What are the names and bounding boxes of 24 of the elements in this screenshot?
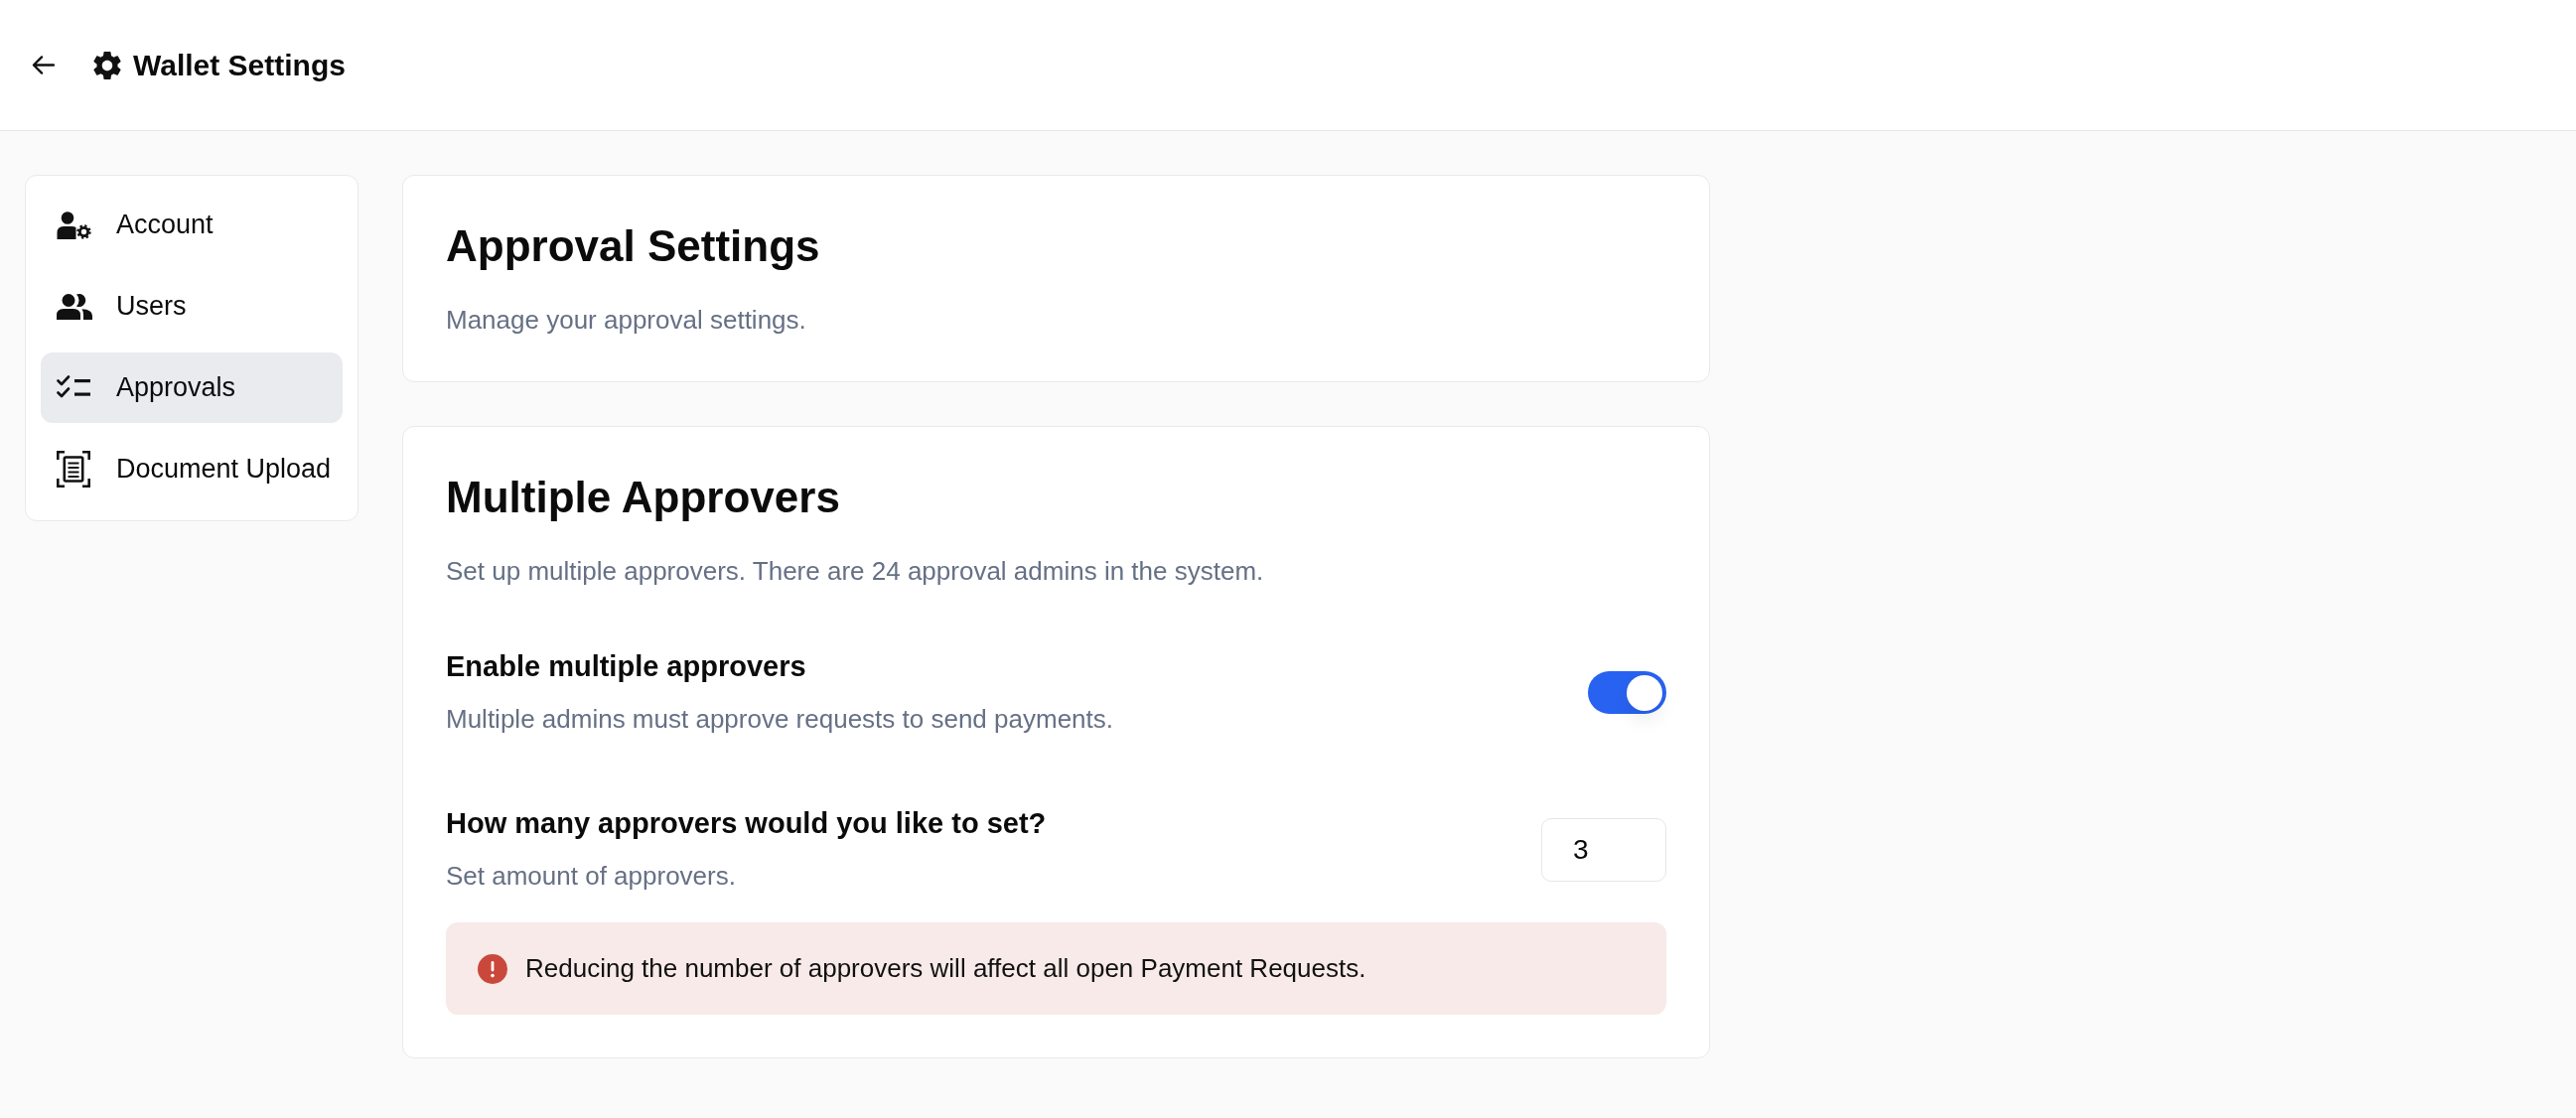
sidebar-item[interactable]: Approvals — [41, 352, 343, 423]
card-description: Manage your approval settings. — [446, 304, 807, 337]
back-arrow-icon — [32, 55, 55, 75]
setting-label: How many approvers would you like to set? — [446, 806, 1047, 841]
users-icon — [57, 293, 92, 320]
warning-text: Reducing the number of approvers will affect all open Payment Requests. — [525, 951, 1366, 985]
toggle-switch[interactable] — [1588, 671, 1666, 714]
page-title: Wallet Settings — [133, 47, 346, 83]
setting-label: Enable multiple approvers — [446, 649, 807, 684]
sidebar-item[interactable]: Users — [41, 271, 343, 342]
exclamation-icon — [478, 953, 507, 984]
card-title: Multiple Approvers — [446, 472, 841, 523]
back-button[interactable] — [32, 55, 55, 75]
checklist-icon — [57, 375, 90, 400]
sidebar-item[interactable]: Document Upload — [41, 434, 343, 504]
sidebar-item[interactable]: Account — [41, 190, 343, 260]
user-gear-icon — [57, 210, 91, 239]
setting-description: Multiple admins must approve requests to send payments. — [446, 703, 1113, 736]
document-scan-icon — [57, 451, 90, 488]
card-title: Approval Settings — [446, 220, 821, 272]
number-input[interactable]: 3 — [1541, 817, 1666, 882]
card-description: Set up multiple approvers. There are 24 approval admins in the system. — [446, 555, 1265, 588]
gear-icon — [93, 51, 121, 79]
setting-description: Set amount of approvers. — [446, 860, 737, 893]
